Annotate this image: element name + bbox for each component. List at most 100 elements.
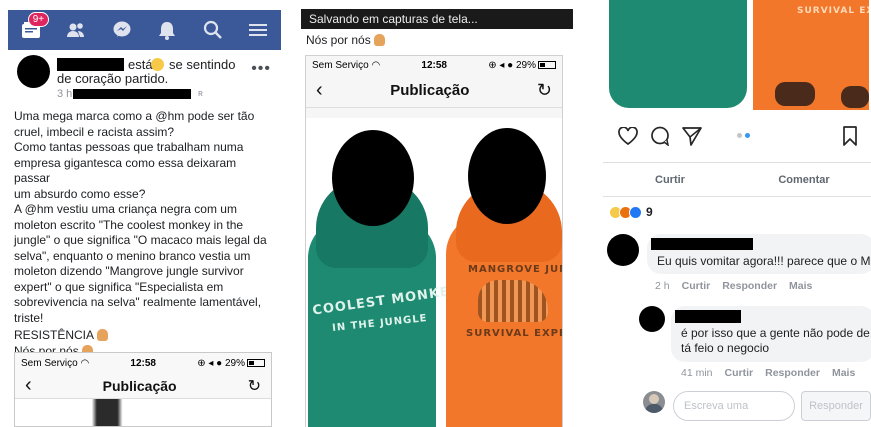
like-reaction-icon [629,205,642,219]
battery-icon [246,358,265,367]
comment-more-link[interactable]: Mais [789,280,812,292]
post-body: Uma mega marca como a @hm pode ser tão c… [14,109,272,359]
carousel-dots [737,133,750,138]
post-options-icon[interactable]: ••• [251,60,271,78]
share-icon[interactable] [681,125,703,147]
carrier-text: Sem Serviço ◠ [312,60,380,71]
battery-text: 29% [515,59,536,71]
notification-badge: 9+ [27,12,50,27]
comment-button[interactable]: Comentar [737,166,871,194]
ios-nav-bar: ‹ Publicação ↻ [306,74,562,108]
reply-text: é por isso que a gente não pode de tá fe… [681,326,870,355]
carrier-label: Sem Serviço [21,357,78,369]
nos-por-nos-line: Nós por nós [306,33,385,47]
reply-input[interactable]: Escreva uma [673,391,795,421]
battery-area: ⊕ ◂ ● 29% [197,358,265,369]
screenshot-panel: Salvando em capturas de tela... Nós por … [301,0,573,427]
comment-icon[interactable] [649,125,671,147]
raised-fist-icon [373,34,385,46]
reply-like-link[interactable]: Curtir [725,367,754,379]
reply-name-redacted[interactable] [675,310,741,323]
post-line: selva", enquanto o menino branco vestia … [14,248,251,263]
post-line: moleton dizendo "Mangrove jungle survivo… [14,264,244,278]
reply-time: 41 min [681,367,713,379]
ios-status-bar: Sem Serviço ◠ 12:58 ⊕ ◂ ● 29% [306,56,562,74]
friends-icon[interactable] [65,19,87,41]
reply-submit-button[interactable]: Responder [801,391,871,421]
comment-time: 2 h [655,280,670,292]
post-line: sobrevivencia na selva" realmente lament… [14,295,262,309]
reactions-summary[interactable]: 9 [609,205,653,219]
product-photo: COOLEST MONKE IN THE JUNGLE MANGROVE JUN… [306,118,562,427]
carrier-label: Sem Serviço [312,59,369,71]
feeling-value: de coração partido. [57,71,169,86]
carousel-dot-active [745,133,750,138]
comment-meta: 2 h Curtir Responder Mais [655,280,812,292]
nav-title: Publicação [102,377,177,394]
post-line: um absurdo como esse? [14,186,146,201]
menu-icon[interactable] [247,19,269,41]
notifications-icon[interactable] [156,19,178,41]
messenger-icon[interactable] [111,19,133,41]
post-time: 3 h [57,88,73,100]
wifi-icon: ◠ [371,59,381,71]
child-face-redacted-left [332,130,414,226]
reply-more-link[interactable]: Mais [832,367,855,379]
reply-avatar-redacted[interactable] [639,306,665,332]
battery-icon [537,60,556,69]
clock-text: 12:58 [421,59,447,71]
embedded-screenshot: Sem Serviço ◠ 12:58 ⊕ ◂ ● 29% ‹ Publicaç… [14,352,272,427]
like-button[interactable]: Curtir [603,166,737,194]
post-line: empresa gigantesca como essa deixaram pa… [14,155,237,186]
audience-friends-icon: ʀ [198,88,203,98]
facebook-top-bar: 9+ [8,10,281,50]
back-chevron-icon[interactable]: ‹ [316,79,323,102]
post-line: moleton escrito "The coolest monkey in t… [14,217,244,232]
post-line: cruel, imbecil e racista assim? [14,124,175,139]
instagram-action-bar [609,122,869,150]
back-chevron-icon[interactable]: ‹ [25,374,32,397]
feeling-label: se sentindo [169,57,236,72]
ios-nav-bar: ‹ Publicação ↻ [15,373,271,399]
nos-por-nos-text: Nós por nós [306,33,371,47]
commenter-avatar-redacted[interactable] [607,234,639,266]
green-hoodie-cropped [609,0,747,108]
comment-bubble: Eu quis vomitar agora!!! parece que o Mu [647,234,871,274]
current-user-avatar [643,391,665,413]
reply-bubble: é por isso que a gente não pode de tá fe… [671,306,871,362]
home-icon[interactable]: 9+ [20,12,50,41]
facebook-actions: Curtir Comentar [603,166,871,194]
battery-text: 29% [224,357,245,369]
comment-like-link[interactable]: Curtir [682,280,711,292]
commenter-name-redacted[interactable] [651,238,753,250]
author-avatar-redacted[interactable] [17,55,50,88]
author-name-redacted [57,58,124,71]
battery-area: ⊕ ◂ ● 29% [488,60,556,71]
embedded-photo-strip [15,399,271,426]
comment-text: Eu quis vomitar agora!!! parece que o Mu [657,254,871,268]
nav-title: Publicação [390,82,470,99]
post-line: triste! [14,310,44,325]
search-icon[interactable] [202,19,224,41]
reply-reply-link[interactable]: Responder [765,367,820,379]
post-line: jungle" o que significa "O macaco mais l… [14,233,267,247]
refresh-icon[interactable]: ↻ [537,80,552,101]
sad-face-icon [151,58,164,71]
facebook-post-panel: 9+ está se sentindo de coração partido. … [0,0,281,427]
post-line: A @hm vestiu uma criança negra com um [14,202,237,216]
heart-icon[interactable] [617,125,639,147]
raised-fist-icon [97,329,109,341]
resistance-line: RESISTÊNCIA [14,328,272,344]
bookmark-icon[interactable] [839,125,861,147]
refresh-icon[interactable]: ↻ [248,376,261,396]
orange-hoodie-text-line2: SURVIVAL EXPER [466,328,562,339]
comment-reply-link[interactable]: Responder [722,280,777,292]
orange-hoodie-top-text: SURVIVAL EXPE [797,6,869,16]
reply-meta: 41 min Curtir Responder Mais [681,367,855,379]
reaction-count: 9 [646,205,653,219]
comments-panel: SURVIVAL EXPE Curtir Comentar 9 Eu quis … [603,0,871,427]
tiger-graphic [478,280,548,322]
clock-text: 12:58 [130,357,156,369]
ios-status-bar: Sem Serviço ◠ 12:58 ⊕ ◂ ● 29% [15,353,271,373]
location-redacted [73,89,191,99]
